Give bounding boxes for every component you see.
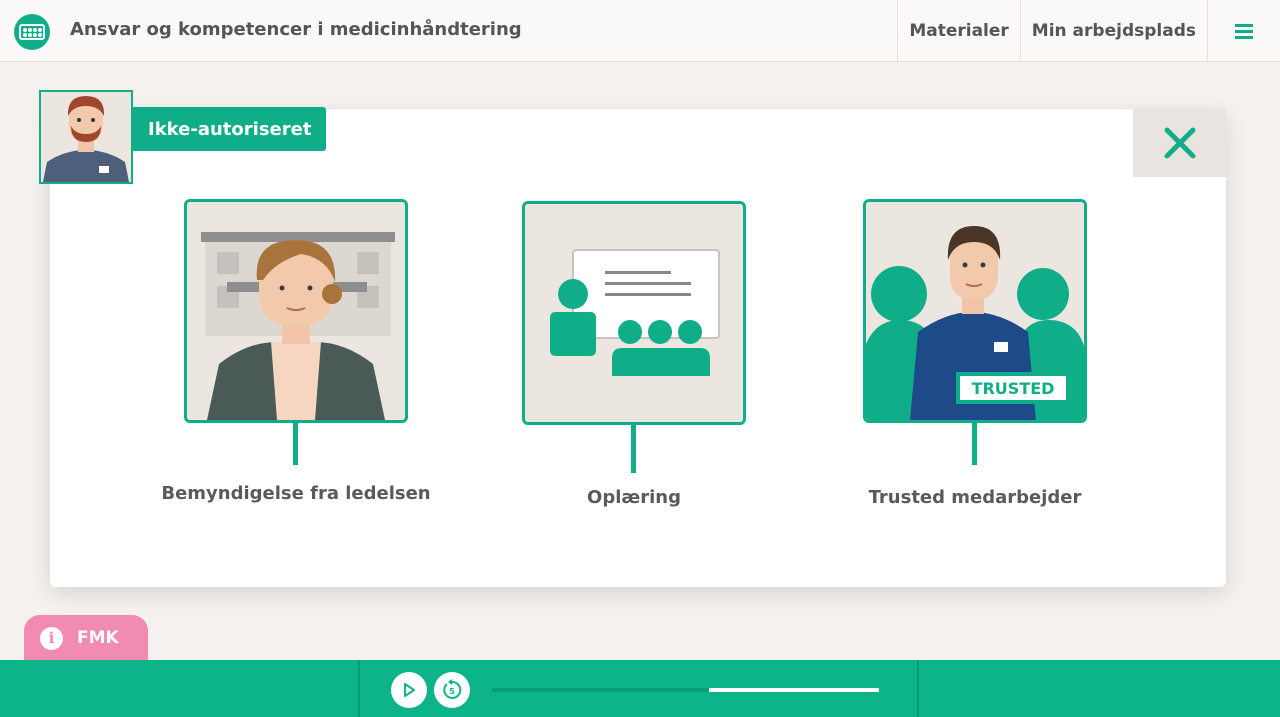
top-bar: Ansvar og kompetencer i medicinhåndterin… <box>0 0 1280 62</box>
option-label: Bemyndigelse fra ledelsen <box>161 483 431 504</box>
pill-pack-icon[interactable] <box>14 14 50 50</box>
divider <box>358 660 360 717</box>
hamburger-menu-icon[interactable] <box>1207 0 1280 62</box>
option-label: Trusted medarbejder <box>868 487 1082 508</box>
trusted-employee-icon: TRUSTED <box>863 199 1087 423</box>
connector-line <box>293 423 298 465</box>
svg-text:5: 5 <box>449 687 455 696</box>
fmk-label: FMK <box>77 628 119 648</box>
trusted-badge: TRUSTED <box>972 379 1055 398</box>
divider <box>917 660 919 717</box>
progress-track[interactable] <box>492 688 879 692</box>
nav-min-arbejdsplads[interactable]: Min arbejdsplads <box>1019 0 1207 62</box>
manager-portrait-icon <box>184 199 408 423</box>
close-icon[interactable] <box>1133 109 1226 177</box>
play-icon[interactable] <box>391 672 427 708</box>
player-bar: 5 <box>0 660 1280 717</box>
role-badge: Ikke-autoriseret <box>133 107 327 151</box>
connector-line <box>972 423 977 465</box>
fmk-button[interactable]: i FMK <box>24 615 148 661</box>
progress-fill <box>492 688 709 692</box>
option-label: Oplæring <box>587 487 681 508</box>
role-modal: Bemyndigelse fra ledelsen Oplæring TRUST… <box>50 109 1226 587</box>
nav-materialer[interactable]: Materialer <box>897 0 1019 62</box>
app-title: Ansvar og kompetencer i medicinhåndterin… <box>70 19 522 40</box>
avatar <box>39 90 133 184</box>
training-presentation-icon <box>522 201 746 425</box>
info-icon: i <box>40 626 63 650</box>
replay-5-icon[interactable]: 5 <box>434 672 470 708</box>
top-nav: Materialer Min arbejdsplads <box>897 0 1280 62</box>
connector-line <box>631 425 636 473</box>
